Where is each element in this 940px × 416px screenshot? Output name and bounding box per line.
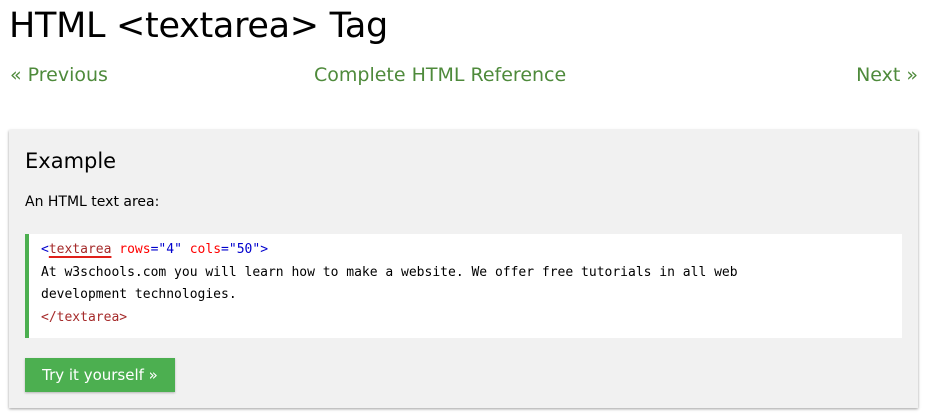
code-text-line-2: development technologies. — [41, 287, 237, 302]
code-attr-cols-value: "50" — [228, 242, 261, 257]
code-open-bracket: < — [41, 242, 49, 257]
try-it-yourself-button[interactable]: Try it yourself » — [25, 358, 175, 392]
code-block: <textarea rows="4" cols="50"> At w3schoo… — [25, 234, 902, 338]
code-close-bracket: > — [260, 242, 269, 257]
code-closing-tag: </textarea> — [41, 309, 128, 325]
code-attr-rows-name: rows — [119, 242, 151, 257]
example-heading: Example — [25, 149, 117, 173]
page-title: HTML <textarea> Tag — [9, 6, 388, 46]
code-attr-rows-value: "4" — [158, 242, 182, 257]
code-attr-cols-name: cols — [189, 242, 222, 257]
next-link[interactable]: Next » — [856, 62, 918, 88]
code-tag-name: textarea — [48, 242, 112, 257]
code-text-line-1: At w3schools.com you will learn how to m… — [41, 264, 738, 280]
complete-html-reference-link[interactable]: Complete HTML Reference — [314, 62, 566, 88]
example-box: Example An HTML text area: <textarea row… — [9, 130, 918, 408]
code-line-open-tag: <textarea rows="4" cols="50"> — [41, 242, 269, 257]
example-description: An HTML text area: — [25, 194, 160, 210]
previous-link[interactable]: « Previous — [10, 62, 108, 88]
